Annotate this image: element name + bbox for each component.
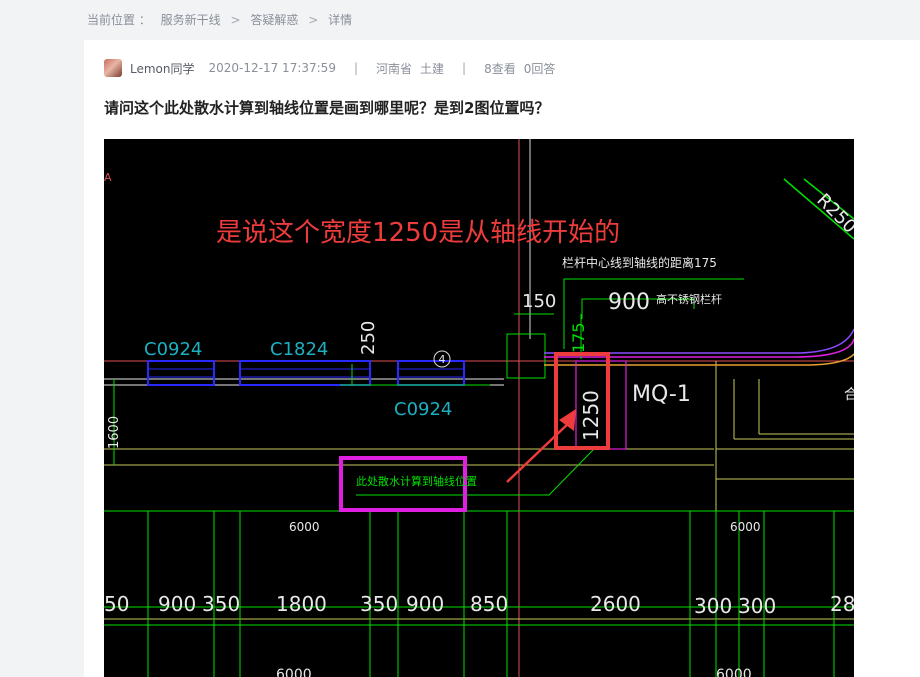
curtain-wall-label: MQ-1 bbox=[632, 382, 691, 407]
dim-row-value: 1800 bbox=[276, 592, 327, 616]
breadcrumb: 当前位置 ： 服务新干线 > 答疑解惑 > 详情 bbox=[87, 11, 358, 28]
rail-distance-label: 栏杆中心线到轴线的距离175 bbox=[562, 255, 717, 270]
post-datetime: 2020-12-17 17:37:59 bbox=[208, 61, 336, 75]
annotation-arrow-shaft bbox=[506, 419, 573, 483]
dim-row-value: 300 bbox=[738, 594, 776, 618]
question-title: 请问这个此处散水计算到轴线位置是画到哪里呢？是到2图位置吗？ bbox=[104, 99, 550, 117]
question-card: Lemon同学 2020-12-17 17:37:59 | 河南省 土建 | 8… bbox=[84, 40, 920, 677]
dim-row-value: 2600 bbox=[590, 592, 641, 616]
railing-curve bbox=[544, 178, 854, 366]
dim-row-value: 300 bbox=[694, 594, 732, 618]
dim-row-value: 350 bbox=[360, 592, 398, 616]
breadcrumb-item-detail: 详情 bbox=[328, 13, 353, 27]
answer-count: 0回答 bbox=[523, 61, 556, 76]
wall-lines bbox=[104, 360, 854, 677]
dim-250: 250 bbox=[358, 321, 379, 355]
span-dim-left: 6000 bbox=[289, 520, 320, 534]
breadcrumb-separator: > bbox=[230, 13, 241, 27]
breadcrumb-label: 当前位置 ： bbox=[87, 13, 151, 27]
window-label-c1824: C1824 bbox=[270, 339, 328, 360]
dim-150: 150 bbox=[522, 291, 556, 312]
dim-row-value: 900 bbox=[406, 592, 444, 616]
annotation-question-text: 此处散水计算到轴线位置 bbox=[356, 474, 477, 488]
author-name[interactable]: Lemon同学 bbox=[130, 60, 195, 77]
window-label-c0924-lower: C0924 bbox=[394, 399, 452, 420]
radius-label: R250 bbox=[812, 190, 854, 238]
dim-row-value: 350 bbox=[202, 592, 240, 616]
annotation-main-text: 是说这个宽度1250是从轴线开始的 bbox=[216, 218, 620, 248]
major: 土建 bbox=[420, 61, 445, 76]
span-dim-bottom-left: 6000 bbox=[276, 667, 312, 677]
cad-drawing-image[interactable]: 4 A R250 栏杆中心线到轴线的距离175 高不锈钢栏杆 150 900 2… bbox=[104, 139, 854, 677]
dim-row-value: 28 bbox=[830, 592, 854, 616]
question-meta: Lemon同学 2020-12-17 17:37:59 | 河南省 土建 | 8… bbox=[104, 59, 556, 77]
province: 河南省 bbox=[376, 61, 413, 76]
dimension-row: 50 900 350 1800 350 900 850 2600 300 300… bbox=[104, 592, 854, 618]
view-count: 8查看 bbox=[484, 61, 516, 76]
leader-lines bbox=[104, 278, 854, 608]
dim-row-value: 850 bbox=[470, 592, 508, 616]
breadcrumb-item-qa[interactable]: 答疑解惑 bbox=[250, 13, 298, 27]
dim-row-value: 50 bbox=[104, 592, 129, 616]
dim-row-value: 900 bbox=[158, 592, 196, 616]
windows bbox=[147, 333, 546, 386]
edge-mark-left: A bbox=[104, 171, 112, 184]
rail-material-label: 高不锈钢栏杆 bbox=[656, 292, 722, 306]
breadcrumb-item-service[interactable]: 服务新干线 bbox=[161, 13, 221, 27]
window-label-c0924: C0924 bbox=[144, 339, 202, 360]
meta-separator: | bbox=[353, 61, 358, 75]
span-dim-right: 6000 bbox=[730, 520, 761, 534]
avatar[interactable] bbox=[104, 59, 122, 77]
dim-175: 175 bbox=[569, 322, 588, 353]
breadcrumb-separator: > bbox=[308, 13, 319, 27]
dim-left: 1600 bbox=[107, 416, 122, 449]
edge-mark-right: 合 bbox=[844, 387, 854, 403]
arrow-icon bbox=[559, 409, 576, 431]
meta-separator: | bbox=[462, 61, 467, 75]
dim-1250: 1250 bbox=[579, 390, 603, 441]
axis-number: 4 bbox=[439, 353, 446, 366]
span-dim-bottom-right: 6000 bbox=[716, 667, 752, 677]
dim-900: 900 bbox=[608, 290, 650, 315]
